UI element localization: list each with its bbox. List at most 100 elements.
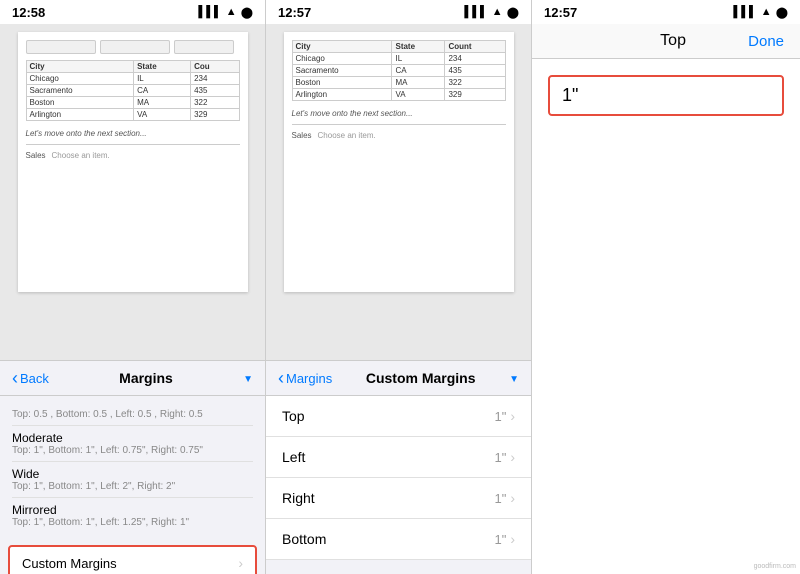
top-margin-input[interactable]: 1" xyxy=(548,75,784,116)
doc-area-1: City State Cou ChicagoIL234SacramentoCA4… xyxy=(0,24,265,360)
table-cell: Arlington xyxy=(292,89,392,101)
margin-moderate-desc: Top: 1", Bottom: 1", Left: 0.75", Right:… xyxy=(12,445,253,456)
cm-item-arrow-icon xyxy=(510,490,515,506)
signal-icon: ▌▌▌ xyxy=(198,6,221,18)
time-2: 12:57 xyxy=(278,5,311,20)
table-row: ArlingtonVA329 xyxy=(26,109,239,121)
table-cell: Boston xyxy=(292,77,392,89)
table-cell: 234 xyxy=(191,73,239,85)
custom-margins-label: Custom Margins xyxy=(22,556,117,571)
dropdown-placeholder-2: Choose an item. xyxy=(318,131,376,140)
dropdown-placeholder-1: Choose an item. xyxy=(52,151,110,160)
margin-mirrored-desc: Top: 1", Bottom: 1", Left: 1.25", Right:… xyxy=(12,517,253,528)
status-icons-1: ▌▌▌ ▲ ⬤ xyxy=(198,6,253,19)
back-button-2[interactable]: Margins xyxy=(278,369,332,387)
signal-icon-2: ▌▌▌ xyxy=(464,6,487,18)
back-label-1: Back xyxy=(20,371,49,386)
status-icons-3: ▌▌▌ ▲ ⬤ xyxy=(733,6,788,19)
table-cell: 322 xyxy=(191,97,239,109)
back-button-1[interactable]: Back xyxy=(12,369,49,387)
cm-item-value: 1" xyxy=(494,409,506,424)
table-cell: MA xyxy=(134,97,191,109)
cm-item-value: 1" xyxy=(494,491,506,506)
cm-item-arrow-icon xyxy=(510,449,515,465)
table-cell: VA xyxy=(392,89,445,101)
time-1: 12:58 xyxy=(12,5,45,20)
status-bar-1: 12:58 ▌▌▌ ▲ ⬤ xyxy=(0,0,265,24)
doc-divider-1 xyxy=(26,144,240,145)
battery-icon-2: ⬤ xyxy=(507,6,519,19)
doc-dropdown-row-2: Sales Choose an item. xyxy=(292,131,506,140)
margin-item-mirrored[interactable]: Mirrored Top: 1", Bottom: 1", Left: 1.25… xyxy=(12,498,253,533)
cm-list-item[interactable]: Right 1" xyxy=(266,478,531,519)
cm-item-label: Right xyxy=(282,490,315,506)
table-row: SacramentoCA435 xyxy=(292,65,505,77)
dropdown-label-1: Sales xyxy=(26,151,46,160)
table-cell: Chicago xyxy=(26,73,134,85)
status-bar-2: 12:57 ▌▌▌ ▲ ⬤ xyxy=(266,0,531,24)
nav-title-2: Custom Margins xyxy=(366,370,476,386)
wifi-icon-2: ▲ xyxy=(492,6,503,18)
table-cell: VA xyxy=(134,109,191,121)
table-row: ChicagoIL234 xyxy=(26,73,239,85)
toolbar-box-1 xyxy=(26,40,96,54)
doc-dropdown-row-1: Sales Choose an item. xyxy=(26,151,240,160)
table-cell: IL xyxy=(392,53,445,65)
col-city-2: City xyxy=(292,41,392,53)
table-row: ChicagoIL234 xyxy=(292,53,505,65)
watermark: goodfirm.com xyxy=(754,563,796,570)
margin-item-moderate[interactable]: Moderate Top: 1", Bottom: 1", Left: 0.75… xyxy=(12,426,253,462)
panel-top-input: 12:57 ▌▌▌ ▲ ⬤ Top Done 1" goodfirm.com xyxy=(532,0,800,574)
table-cell: CA xyxy=(392,65,445,77)
wifi-icon: ▲ xyxy=(226,6,237,18)
cm-item-right: 1" xyxy=(494,531,515,547)
p3-title: Top xyxy=(660,32,686,50)
table-cell: 435 xyxy=(445,65,505,77)
cm-list-item[interactable]: Bottom 1" xyxy=(266,519,531,560)
done-button[interactable]: Done xyxy=(748,33,784,50)
table-cell: Sacramento xyxy=(26,85,134,97)
col-count-2: Count xyxy=(445,41,505,53)
data-table-2: City State Count ChicagoIL234SacramentoC… xyxy=(292,40,506,101)
col-state-1: State xyxy=(134,61,191,73)
panel-custom-margins: 12:57 ▌▌▌ ▲ ⬤ City State Count ChicagoIL… xyxy=(266,0,532,574)
cm-list-item[interactable]: Top 1" xyxy=(266,396,531,437)
cm-item-value: 1" xyxy=(494,450,506,465)
wifi-icon-3: ▲ xyxy=(761,6,772,18)
doc-divider-2 xyxy=(292,124,506,125)
margin-mirrored-title: Mirrored xyxy=(12,503,253,517)
table-cell: 435 xyxy=(191,85,239,97)
p3-header: Top Done xyxy=(532,24,800,59)
margin-moderate-title: Moderate xyxy=(12,431,253,445)
nav-bar-2: Margins Custom Margins xyxy=(266,361,531,396)
margin-item-wide[interactable]: Wide Top: 1", Bottom: 1", Left: 2", Righ… xyxy=(12,462,253,498)
dropdown-icon-2[interactable] xyxy=(509,371,519,385)
dropdown-icon-1[interactable] xyxy=(243,371,253,385)
cm-item-right: 1" xyxy=(494,490,515,506)
signal-icon-3: ▌▌▌ xyxy=(733,6,756,18)
margin-item-normal[interactable]: Top: 0.5 , Bottom: 0.5 , Left: 0.5 , Rig… xyxy=(12,404,253,426)
toolbar-box-2 xyxy=(100,40,170,54)
panel-margins: 12:58 ▌▌▌ ▲ ⬤ City State Cou xyxy=(0,0,266,574)
cm-item-label: Top xyxy=(282,408,305,424)
cm-item-label: Left xyxy=(282,449,305,465)
cm-list-item[interactable]: Left 1" xyxy=(266,437,531,478)
status-icons-2: ▌▌▌ ▲ ⬤ xyxy=(464,6,519,19)
table-cell: Boston xyxy=(26,97,134,109)
table-cell: Sacramento xyxy=(292,65,392,77)
custom-margins-list: Top 1" Left 1" Right 1" Bottom 1" xyxy=(266,396,531,560)
bottom-panel-2: Margins Custom Margins Top 1" Left 1" Ri… xyxy=(266,360,531,574)
doc-text-1: Let's move onto the next section... xyxy=(26,129,240,138)
custom-margins-button[interactable]: Custom Margins xyxy=(8,545,257,574)
toolbar-box-3 xyxy=(174,40,234,54)
battery-icon: ⬤ xyxy=(241,6,253,19)
chevron-left-icon-1 xyxy=(12,369,18,387)
chevron-left-icon-2 xyxy=(278,369,284,387)
table-cell: Chicago xyxy=(292,53,392,65)
nav-title-1: Margins xyxy=(119,370,173,386)
custom-margins-arrow-icon xyxy=(238,555,243,571)
cm-item-value: 1" xyxy=(494,532,506,547)
status-bar-3: 12:57 ▌▌▌ ▲ ⬤ xyxy=(532,0,800,24)
nav-bar-1: Back Margins xyxy=(0,361,265,396)
table-cell: IL xyxy=(134,73,191,85)
